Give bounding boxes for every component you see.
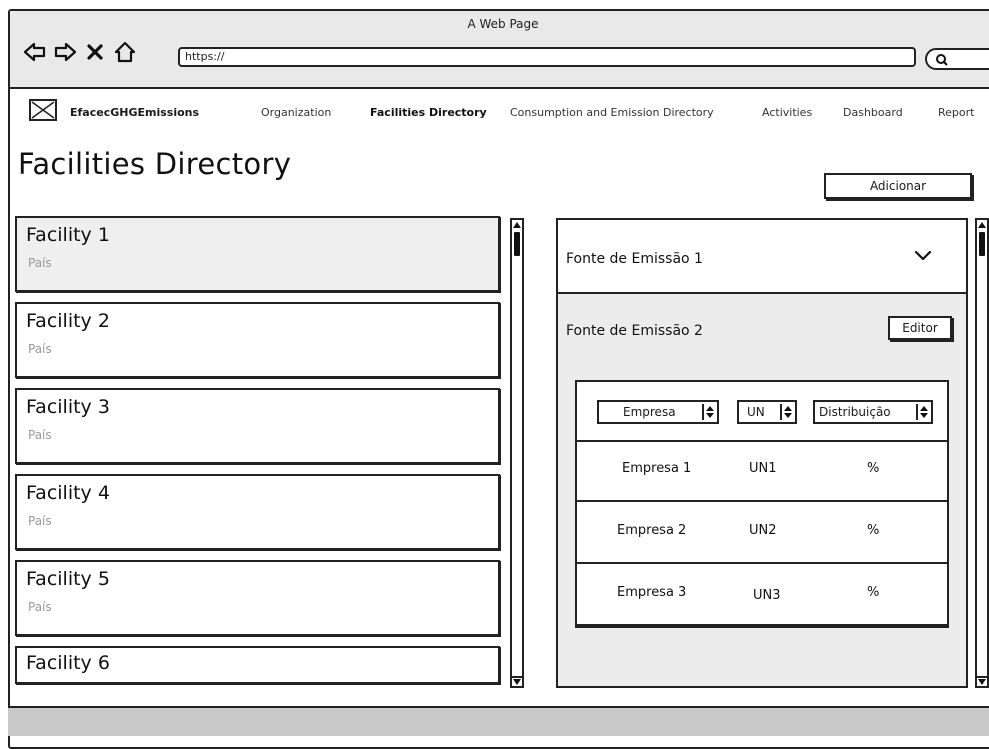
- nav-organization[interactable]: Organization: [261, 106, 331, 119]
- facility-name: Facility 4: [26, 482, 110, 504]
- facility-card[interactable]: Facility 3 País: [15, 388, 500, 464]
- home-icon[interactable]: [114, 41, 136, 63]
- facility-name: Facility 1: [26, 224, 110, 246]
- nav-facilities-directory[interactable]: Facilities Directory: [370, 106, 487, 119]
- row-distribution: %: [867, 461, 880, 476]
- facility-name: Facility 3: [26, 396, 110, 418]
- nav-dashboard[interactable]: Dashboard: [843, 106, 903, 119]
- row-distribution: %: [867, 585, 880, 600]
- emission-source-1-label: Fonte de Emissão 1: [566, 251, 703, 267]
- browser-titlebar: A Web Page https://: [10, 11, 989, 89]
- logo-image-placeholder: [29, 99, 57, 121]
- facility-list-scrollbar[interactable]: [510, 218, 524, 688]
- browser-nav-controls: [24, 41, 136, 63]
- facility-card[interactable]: Facility 1 País: [15, 216, 500, 292]
- row-empresa: Empresa 1: [622, 461, 692, 476]
- row-distribution: %: [867, 523, 880, 538]
- row-empresa: Empresa 2: [617, 523, 687, 538]
- facility-country: País: [28, 428, 52, 442]
- nav-report[interactable]: Report: [938, 106, 974, 119]
- scroll-up-arrow-icon[interactable]: [977, 220, 987, 230]
- chevron-down-icon[interactable]: [914, 250, 932, 262]
- edit-button[interactable]: Editor: [888, 316, 952, 340]
- emission-source-2-label: Fonte de Emissão 2: [566, 323, 703, 339]
- nav-consumption-emission-directory[interactable]: Consumption and Emission Directory: [510, 106, 714, 119]
- facility-country: País: [28, 514, 52, 528]
- facility-card[interactable]: Facility 2 País: [15, 302, 500, 378]
- scroll-up-arrow-icon[interactable]: [512, 220, 522, 230]
- back-arrow-icon[interactable]: [24, 41, 46, 63]
- table-row[interactable]: Empresa 2 UN2 %: [577, 504, 947, 564]
- select-updown-icon: [916, 404, 930, 420]
- select-updown-icon: [780, 404, 794, 420]
- facility-country: País: [28, 600, 52, 614]
- facility-country: País: [28, 256, 52, 270]
- add-button[interactable]: Adicionar: [824, 173, 972, 199]
- distribuicao-select[interactable]: Distribuição: [813, 400, 933, 424]
- facility-name: Facility 5: [26, 568, 110, 590]
- emission-sources-panel: Fonte de Emissão 1 Fonte de Emissão 2 Ed…: [556, 218, 968, 688]
- facility-name: Facility 6: [26, 652, 110, 674]
- close-icon[interactable]: [84, 41, 106, 63]
- emission-source-1-header[interactable]: Fonte de Emissão 1: [558, 220, 966, 294]
- scroll-down-arrow-icon[interactable]: [977, 676, 987, 686]
- table-filter-row: Empresa UN Distribuição: [577, 382, 947, 442]
- select-updown-icon: [702, 404, 716, 420]
- browser-search-field[interactable]: [925, 48, 989, 70]
- row-un: UN3: [753, 588, 781, 603]
- distribuicao-select-label: Distribuição: [819, 405, 891, 419]
- facility-list: Facility 1 País Facility 2 País Facility…: [15, 216, 501, 688]
- facility-card[interactable]: Facility 6: [15, 646, 500, 684]
- un-select-label: UN: [747, 405, 765, 419]
- empresa-select-label: Empresa: [623, 405, 676, 419]
- app-logo-text[interactable]: EfacecGHGEmissions: [70, 106, 199, 119]
- browser-status-bar: [8, 706, 989, 736]
- row-un: UN1: [749, 461, 777, 476]
- forward-arrow-icon[interactable]: [54, 41, 76, 63]
- un-select[interactable]: UN: [737, 400, 797, 424]
- facility-country: País: [28, 342, 52, 356]
- row-empresa: Empresa 3: [617, 585, 687, 600]
- facility-name: Facility 2: [26, 310, 110, 332]
- address-bar[interactable]: https://: [178, 47, 916, 67]
- scrollbar-thumb[interactable]: [514, 232, 520, 256]
- empresa-select[interactable]: Empresa: [597, 400, 719, 424]
- table-row[interactable]: Empresa 1 UN1 %: [577, 442, 947, 502]
- search-icon: [936, 54, 948, 66]
- table-row[interactable]: Empresa 3 UN3 %: [577, 566, 947, 626]
- window-title: A Web Page: [467, 17, 539, 31]
- facility-card[interactable]: Facility 5 País: [15, 560, 500, 636]
- page-title: Facilities Directory: [18, 147, 292, 181]
- scroll-down-arrow-icon[interactable]: [512, 676, 522, 686]
- row-un: UN2: [749, 523, 777, 538]
- scrollbar-thumb[interactable]: [979, 232, 985, 256]
- distribution-table: Empresa UN Distribuição Empresa 1 UN1 % …: [575, 380, 949, 628]
- nav-activities[interactable]: Activities: [762, 106, 812, 119]
- details-panel-scrollbar[interactable]: [975, 218, 989, 688]
- facility-card[interactable]: Facility 4 País: [15, 474, 500, 550]
